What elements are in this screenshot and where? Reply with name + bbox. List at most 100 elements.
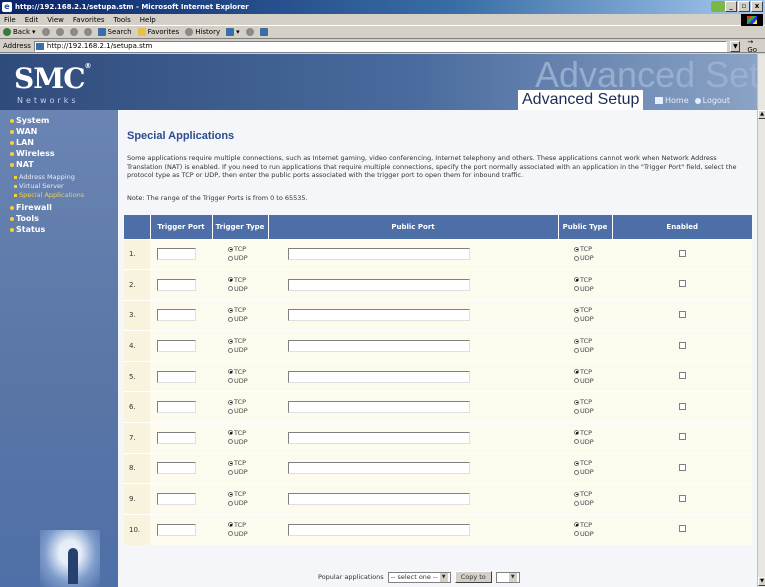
- history-button[interactable]: History: [185, 28, 220, 36]
- trigger-tcp-radio[interactable]: TCP: [228, 521, 268, 530]
- forward-button[interactable]: [41, 28, 50, 36]
- trigger-port-input[interactable]: [157, 401, 196, 414]
- public-udp-radio[interactable]: UDP: [574, 315, 612, 324]
- favorites-button[interactable]: Favorites: [137, 28, 179, 36]
- trigger-udp-radio[interactable]: UDP: [228, 315, 268, 324]
- enabled-checkbox[interactable]: [678, 525, 686, 533]
- trigger-port-input[interactable]: [157, 278, 196, 291]
- enabled-checkbox[interactable]: [678, 433, 686, 441]
- mail-button[interactable]: ▾: [226, 28, 240, 36]
- public-tcp-radio[interactable]: TCP: [574, 337, 612, 346]
- sidebar-item-nat[interactable]: NAT: [10, 160, 34, 169]
- vertical-scrollbar[interactable]: ▲ ▼: [757, 54, 765, 587]
- trigger-tcp-radio[interactable]: TCP: [228, 337, 268, 346]
- stop-button[interactable]: [55, 28, 64, 36]
- public-udp-radio[interactable]: UDP: [574, 438, 612, 447]
- public-tcp-radio[interactable]: TCP: [574, 521, 612, 530]
- public-tcp-radio[interactable]: TCP: [574, 429, 612, 438]
- public-tcp-radio[interactable]: TCP: [574, 490, 612, 499]
- trigger-udp-radio[interactable]: UDP: [228, 377, 268, 386]
- public-port-input[interactable]: [288, 278, 470, 291]
- public-port-input[interactable]: [288, 370, 470, 383]
- public-port-input[interactable]: [288, 248, 470, 261]
- enabled-checkbox[interactable]: [678, 341, 686, 349]
- menu-help[interactable]: Help: [140, 16, 156, 24]
- home-link[interactable]: Home: [655, 96, 689, 105]
- public-tcp-radio[interactable]: TCP: [574, 459, 612, 468]
- back-button[interactable]: Back ▾: [3, 28, 36, 36]
- enabled-checkbox[interactable]: [678, 463, 686, 471]
- sidebar-subitem-virtual-server[interactable]: Virtual Server: [14, 182, 64, 190]
- logout-link[interactable]: Logout: [694, 96, 730, 105]
- scroll-down-button[interactable]: ▼: [758, 577, 765, 586]
- trigger-tcp-radio[interactable]: TCP: [228, 306, 268, 315]
- trigger-udp-radio[interactable]: UDP: [228, 530, 268, 539]
- sidebar-subitem-address-mapping[interactable]: Address Mapping: [14, 173, 75, 181]
- trigger-tcp-radio[interactable]: TCP: [228, 368, 268, 377]
- sidebar-item-firewall[interactable]: Firewall: [10, 203, 52, 212]
- public-port-input[interactable]: [288, 340, 470, 353]
- menu-tools[interactable]: Tools: [114, 16, 131, 24]
- trigger-tcp-radio[interactable]: TCP: [228, 276, 268, 285]
- maximize-button[interactable]: ▫: [738, 1, 750, 12]
- scroll-up-button[interactable]: ▲: [758, 110, 765, 119]
- popular-applications-select[interactable]: -- select one -- ▼: [387, 571, 451, 583]
- menu-view[interactable]: View: [47, 16, 64, 24]
- public-tcp-radio[interactable]: TCP: [574, 245, 612, 254]
- close-button[interactable]: x: [751, 1, 763, 12]
- enabled-checkbox[interactable]: [678, 372, 686, 380]
- sidebar-subitem-special-applications[interactable]: Special Applications: [14, 191, 84, 199]
- sidebar-item-system[interactable]: System: [10, 116, 49, 125]
- menu-favorites[interactable]: Favorites: [73, 16, 105, 24]
- trigger-udp-radio[interactable]: UDP: [228, 346, 268, 355]
- public-udp-radio[interactable]: UDP: [574, 407, 612, 416]
- public-port-input[interactable]: [288, 431, 470, 444]
- go-button[interactable]: → Go: [747, 38, 765, 54]
- public-port-input[interactable]: [288, 462, 470, 475]
- trigger-port-input[interactable]: [157, 309, 196, 322]
- trigger-udp-radio[interactable]: UDP: [228, 499, 268, 508]
- public-port-input[interactable]: [288, 309, 470, 322]
- trigger-port-input[interactable]: [157, 493, 196, 506]
- public-port-input[interactable]: [288, 523, 470, 536]
- enabled-checkbox[interactable]: [678, 280, 686, 288]
- trigger-tcp-radio[interactable]: TCP: [228, 490, 268, 499]
- home-button[interactable]: [83, 28, 92, 36]
- trigger-tcp-radio[interactable]: TCP: [228, 459, 268, 468]
- trigger-udp-radio[interactable]: UDP: [228, 407, 268, 416]
- public-udp-radio[interactable]: UDP: [574, 377, 612, 386]
- sidebar-item-status[interactable]: Status: [10, 225, 45, 234]
- trigger-tcp-radio[interactable]: TCP: [228, 245, 268, 254]
- trigger-port-input[interactable]: [157, 370, 196, 383]
- public-port-input[interactable]: [288, 493, 470, 506]
- trigger-port-input[interactable]: [157, 248, 196, 261]
- public-udp-radio[interactable]: UDP: [574, 468, 612, 477]
- public-udp-radio[interactable]: UDP: [574, 285, 612, 294]
- trigger-port-input[interactable]: [157, 340, 196, 353]
- public-udp-radio[interactable]: UDP: [574, 346, 612, 355]
- public-udp-radio[interactable]: UDP: [574, 530, 612, 539]
- address-input[interactable]: http://192.168.2.1/setupa.stm: [33, 40, 728, 52]
- trigger-port-input[interactable]: [157, 431, 196, 444]
- search-button[interactable]: Search: [97, 28, 132, 36]
- sidebar-item-wan[interactable]: WAN: [10, 127, 37, 136]
- enabled-checkbox[interactable]: [678, 402, 686, 410]
- edit-button[interactable]: [259, 28, 268, 36]
- public-tcp-radio[interactable]: TCP: [574, 276, 612, 285]
- sidebar-item-wireless[interactable]: Wireless: [10, 149, 55, 158]
- enabled-checkbox[interactable]: [678, 310, 686, 318]
- trigger-port-input[interactable]: [157, 462, 196, 475]
- copy-to-select[interactable]: ▼: [495, 571, 520, 583]
- public-tcp-radio[interactable]: TCP: [574, 398, 612, 407]
- menu-file[interactable]: File: [4, 16, 16, 24]
- menu-edit[interactable]: Edit: [25, 16, 39, 24]
- public-udp-radio[interactable]: UDP: [574, 254, 612, 263]
- sidebar-item-lan[interactable]: LAN: [10, 138, 34, 147]
- trigger-udp-radio[interactable]: UDP: [228, 468, 268, 477]
- public-tcp-radio[interactable]: TCP: [574, 368, 612, 377]
- trigger-udp-radio[interactable]: UDP: [228, 438, 268, 447]
- public-port-input[interactable]: [288, 401, 470, 414]
- minimize-button[interactable]: _: [725, 1, 737, 12]
- trigger-udp-radio[interactable]: UDP: [228, 254, 268, 263]
- enabled-checkbox[interactable]: [678, 494, 686, 502]
